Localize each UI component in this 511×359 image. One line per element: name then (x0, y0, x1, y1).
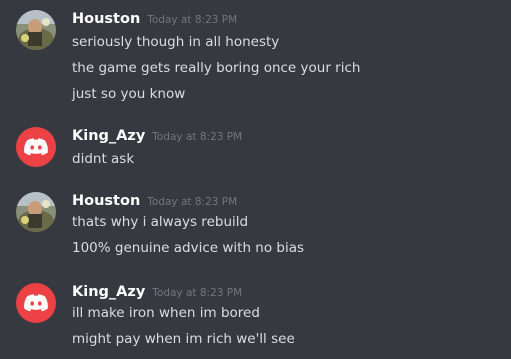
avatar[interactable] (16, 283, 56, 323)
message-text: didnt ask (72, 151, 135, 167)
username[interactable]: Houston (72, 193, 140, 209)
avatar[interactable] (16, 192, 56, 232)
user-photo-icon (16, 10, 56, 50)
user-photo-icon (16, 192, 56, 232)
discord-logo-icon (24, 138, 48, 156)
username[interactable]: King_Azy (72, 284, 145, 300)
timestamp[interactable]: Today at 8:23 PM (147, 196, 237, 208)
message-header: King_Azy Today at 8:23 PM (72, 125, 242, 147)
message-text: the game gets really boring once your ri… (72, 60, 361, 76)
message-text: 100% genuine advice with no bias (72, 240, 305, 256)
username[interactable]: Houston (72, 11, 140, 27)
message-header: King_Azy Today at 8:23 PM (72, 281, 242, 303)
message-text: ill make iron when im bored (72, 305, 260, 321)
avatar[interactable] (16, 127, 56, 167)
message-text: seriously though in all honesty (72, 34, 280, 50)
timestamp[interactable]: Today at 8:23 PM (147, 14, 237, 26)
avatar[interactable] (16, 10, 56, 50)
timestamp[interactable]: Today at 8:23 PM (152, 131, 242, 143)
message-text: thats why i always rebuild (72, 214, 249, 230)
discord-logo-icon (24, 294, 48, 312)
chat-message-list: Houston Today at 8:23 PM seriously though… (0, 0, 511, 359)
message-text: just so you know (72, 86, 186, 102)
message-text: might pay when im rich we'll see (72, 331, 295, 347)
timestamp[interactable]: Today at 8:23 PM (152, 287, 242, 299)
username[interactable]: King_Azy (72, 128, 145, 144)
message-header: Houston Today at 8:23 PM (72, 190, 237, 212)
message-header: Houston Today at 8:23 PM (72, 8, 237, 30)
